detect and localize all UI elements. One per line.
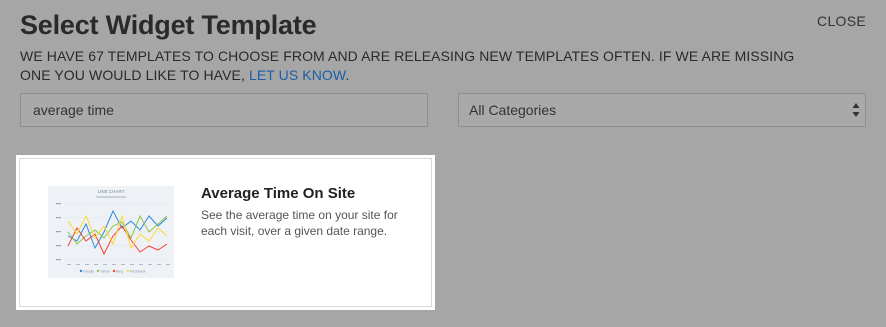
let-us-know-link[interactable]: LET US KNOW (249, 67, 346, 83)
description-text: WE HAVE 67 TEMPLATES TO CHOOSE FROM AND … (20, 48, 795, 83)
thumbnail-legend-facebook: Facebook (130, 270, 146, 274)
modal-description: WE HAVE 67 TEMPLATES TO CHOOSE FROM AND … (20, 47, 800, 85)
thumbnail-legend-yahoo: Yahoo (100, 270, 110, 274)
category-select-value: All Categories (469, 102, 557, 118)
search-input[interactable] (20, 93, 428, 127)
thumbnail-legend-bing: Bing (116, 270, 123, 274)
line-chart-thumbnail-icon: LINE CHART Google Yahoo Bing Facebook (56, 189, 170, 274)
modal-title: Select Widget Template (20, 10, 317, 40)
category-select[interactable]: All Categories (458, 93, 866, 127)
close-button[interactable]: CLOSE (817, 13, 866, 29)
template-card-title: Average Time On Site (201, 185, 356, 202)
thumbnail-legend-google: Google (83, 270, 94, 274)
template-thumbnail: LINE CHART Google Yahoo Bing Facebook (48, 186, 174, 278)
template-card[interactable]: LINE CHART Google Yahoo Bing Facebook Av… (19, 158, 432, 307)
template-card-highlight: LINE CHART Google Yahoo Bing Facebook Av… (16, 155, 435, 310)
description-period: . (345, 67, 350, 83)
select-arrows-icon (852, 103, 860, 117)
template-card-description: See the average time on your site for ea… (201, 208, 398, 238)
thumbnail-chart-title: LINE CHART (98, 189, 125, 194)
